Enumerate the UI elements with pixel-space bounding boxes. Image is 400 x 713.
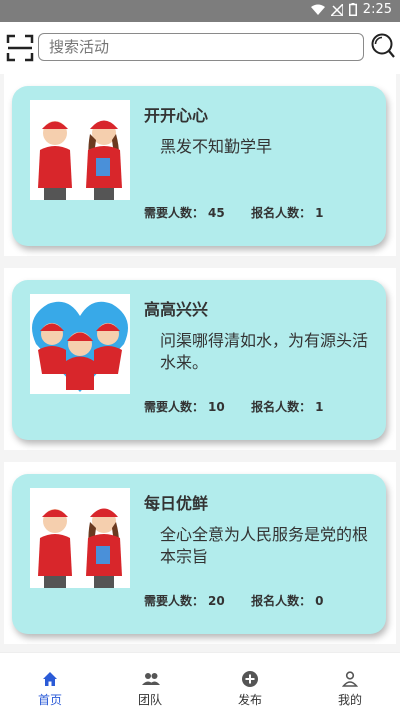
signed-count: 0 xyxy=(315,594,324,608)
signed-count: 1 xyxy=(315,206,324,220)
activity-title: 高高兴兴 xyxy=(144,300,209,319)
tab-publish-label: 发布 xyxy=(237,693,262,707)
status-bar: 2:25 xyxy=(0,0,400,22)
team-icon xyxy=(142,673,160,685)
signed-count: 1 xyxy=(315,400,324,414)
activity-title: 每日优鲜 xyxy=(144,494,209,513)
activity-card-wrapper: 每日优鲜 全心全意为人民服务是党的根本宗旨 需要人数： 20 报名人数： 0 xyxy=(4,462,396,644)
search-input[interactable] xyxy=(38,33,364,61)
need-label: 需要人数： xyxy=(144,594,205,608)
activity-title: 开开心心 xyxy=(144,106,209,125)
activity-stats: 需要人数： 20 报名人数： 0 xyxy=(144,592,327,609)
activity-description: 黑发不知勤学早 xyxy=(160,137,273,156)
activity-card[interactable]: 每日优鲜 全心全意为人民服务是党的根本宗旨 需要人数： 20 报名人数： 0 xyxy=(12,474,386,634)
volunteer-illustration xyxy=(30,100,130,200)
need-label: 需要人数： xyxy=(144,400,205,414)
scan-icon[interactable] xyxy=(6,34,34,62)
status-time: 2:25 xyxy=(362,2,392,17)
tab-home[interactable]: 首页 xyxy=(0,653,100,713)
tab-team-label: 团队 xyxy=(137,693,162,707)
activity-card[interactable]: 高高兴兴 问渠哪得清如水，为有源头活水来。 需要人数： 10 报名人数： 1 xyxy=(12,280,386,440)
status-icons: 2:25 xyxy=(310,2,392,17)
signed-label: 报名人数： xyxy=(251,400,312,414)
need-count: 20 xyxy=(208,594,225,608)
tab-home-label: 首页 xyxy=(37,693,62,707)
need-count: 10 xyxy=(208,400,225,414)
activity-stats: 需要人数： 10 报名人数： 1 xyxy=(144,398,327,415)
tab-team[interactable]: 团队 xyxy=(100,653,200,713)
signed-label: 报名人数： xyxy=(251,594,312,608)
activity-description: 问渠哪得清如水，为有源头活水来。 xyxy=(160,331,369,372)
need-count: 45 xyxy=(208,206,225,220)
top-bar xyxy=(0,22,400,74)
wifi-icon xyxy=(310,4,325,15)
tab-profile[interactable]: 我的 xyxy=(300,653,400,713)
volunteer-heart-illustration xyxy=(30,294,130,394)
activity-description: 全心全意为人民服务是党的根本宗旨 xyxy=(160,525,369,566)
activity-feed: 开开心心 黑发不知勤学早 需要人数： 45 报名人数： 1 高高兴兴 问渠哪得清… xyxy=(0,74,400,652)
activity-card-wrapper: 高高兴兴 问渠哪得清如水，为有源头活水来。 需要人数： 10 报名人数： 1 xyxy=(4,268,396,450)
tab-publish[interactable]: 发布 xyxy=(200,653,300,713)
activity-stats: 需要人数： 45 报名人数： 1 xyxy=(144,204,327,221)
activity-card-wrapper: 开开心心 黑发不知勤学早 需要人数： 45 报名人数： 1 xyxy=(4,74,396,256)
bottom-tab-bar: 首页 团队 发布 我的 xyxy=(0,652,400,713)
volunteer-illustration xyxy=(30,488,130,588)
signed-label: 报名人数： xyxy=(251,206,312,220)
need-label: 需要人数： xyxy=(144,206,205,220)
search-icon[interactable] xyxy=(370,32,396,60)
profile-icon xyxy=(342,671,358,687)
activity-card[interactable]: 开开心心 黑发不知勤学早 需要人数： 45 报名人数： 1 xyxy=(12,86,386,246)
tab-profile-label: 我的 xyxy=(337,693,362,707)
home-icon xyxy=(43,672,57,686)
battery-icon xyxy=(348,3,357,16)
publish-icon xyxy=(242,671,258,687)
signal-icon xyxy=(330,3,343,16)
